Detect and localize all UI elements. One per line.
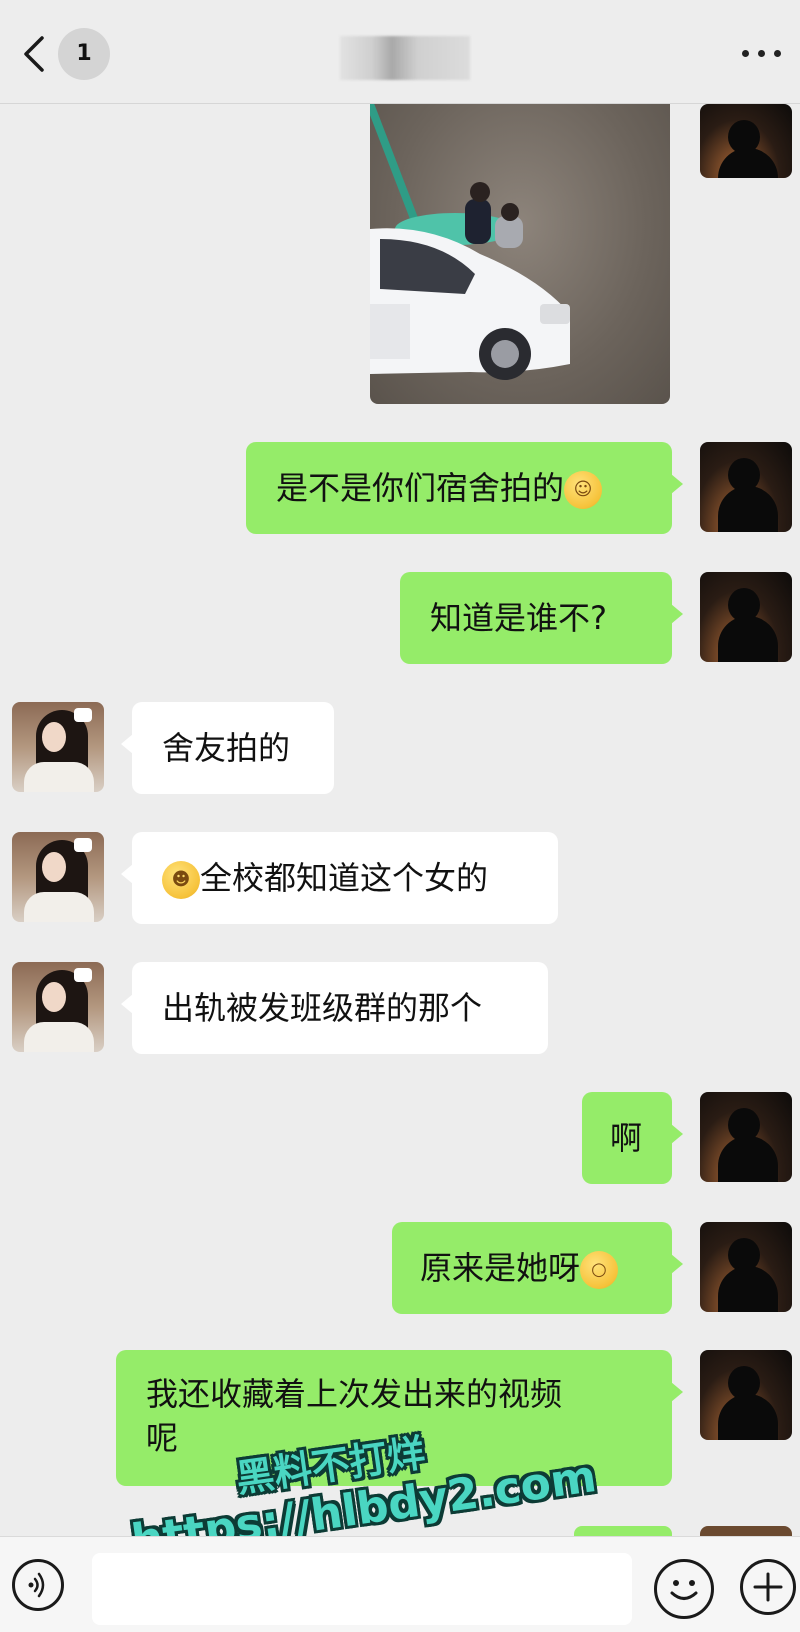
message-bubble-received[interactable]: ☻ 全校都知道这个女的 [121, 832, 558, 924]
input-bar [0, 1536, 800, 1632]
message-bubble-sent[interactable]: 啊 [582, 1092, 683, 1184]
message-text: 出轨被发班级群的那个 [162, 989, 483, 1027]
message-text: 知道是谁不? [430, 599, 607, 637]
chat-header: 1 [0, 0, 800, 104]
my-avatar[interactable] [700, 442, 792, 532]
plus-icon[interactable] [740, 1559, 796, 1615]
message-bubble-received[interactable]: 舍友拍的 [121, 702, 334, 794]
message-text: 是不是你们宿舍拍的 [276, 469, 565, 507]
parking-lot-photo [370, 104, 570, 380]
message-text: 全校都知道这个女的 [200, 859, 489, 897]
contact-avatar[interactable] [12, 702, 104, 792]
message-bubble-sent[interactable]: 知道是谁不? [400, 572, 683, 664]
my-avatar[interactable] [700, 1222, 792, 1312]
more-horizontal-icon[interactable] [740, 44, 784, 64]
thinking-emoji-icon: ☺ [564, 471, 603, 509]
my-avatar[interactable] [700, 104, 792, 178]
voice-icon[interactable] [12, 1559, 64, 1611]
partial-next-bubble [574, 1526, 672, 1536]
my-avatar[interactable] [700, 572, 792, 662]
contact-avatar[interactable] [12, 832, 104, 922]
message-input[interactable] [92, 1553, 632, 1625]
message-text: 舍友拍的 [162, 729, 291, 767]
message-bubble-sent[interactable]: 原来是她呀 ○ [392, 1222, 683, 1314]
unread-count-badge[interactable]: 1 [58, 28, 110, 80]
message-text: 原来是她呀 [420, 1249, 581, 1287]
contact-avatar[interactable] [12, 962, 104, 1052]
message-bubble-received[interactable]: 出轨被发班级群的那个 [121, 962, 548, 1054]
message-text: 啊 [610, 1119, 643, 1157]
my-avatar[interactable] [700, 1092, 792, 1182]
partial-next-avatar [700, 1526, 792, 1536]
shocked-emoji-icon: ○ [580, 1251, 619, 1289]
message-bubble-sent[interactable]: 是不是你们宿舍拍的 ☺ [246, 442, 683, 534]
chevron-left-icon[interactable] [18, 34, 52, 74]
my-avatar[interactable] [700, 1350, 792, 1440]
emoji-icon[interactable] [654, 1559, 714, 1619]
crying-laughing-emoji-icon: ☻ [162, 861, 200, 899]
message-image[interactable] [370, 104, 670, 404]
contact-name-blurred [340, 36, 470, 80]
message-text: 我还收藏着上次发出来的视频 [146, 1375, 563, 1413]
